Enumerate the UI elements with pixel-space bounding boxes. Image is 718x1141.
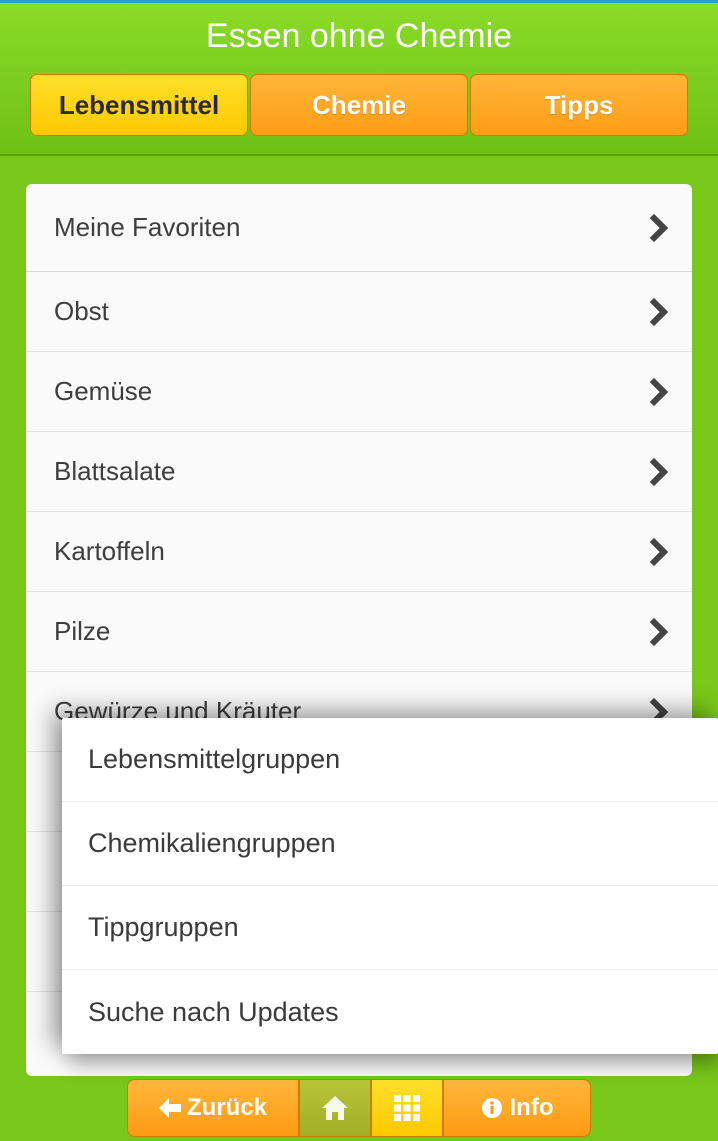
grid-button[interactable] — [371, 1079, 443, 1137]
home-button[interactable] — [299, 1079, 371, 1137]
chevron-right-icon — [648, 461, 664, 483]
list-item-label: Blattsalate — [54, 456, 175, 487]
content-area: Meine Favoriten Obst Gemüse Blattsalate … — [0, 156, 718, 1076]
tab-lebensmittel[interactable]: Lebensmittel — [30, 74, 248, 136]
tab-chemie[interactable]: Chemie — [250, 74, 468, 136]
chevron-right-icon — [648, 217, 664, 239]
popup-item-label: Chemikaliengruppen — [88, 828, 336, 859]
list-item-label: Obst — [54, 296, 109, 327]
bottom-toolbar: Zurück Info — [0, 1079, 718, 1141]
popup-menu: Lebensmittelgruppen Chemikaliengruppen T… — [62, 718, 718, 1054]
tab-label: Tipps — [545, 90, 614, 121]
grid-icon — [393, 1094, 421, 1122]
chevron-right-icon — [648, 541, 664, 563]
popup-item-updates[interactable]: Suche nach Updates — [62, 970, 718, 1054]
tab-label: Lebensmittel — [59, 90, 219, 121]
tab-label: Chemie — [312, 90, 406, 121]
home-icon — [320, 1094, 350, 1122]
popup-item-label: Tippgruppen — [88, 912, 239, 943]
list-item-favorites[interactable]: Meine Favoriten — [26, 184, 692, 272]
list-item-pilze[interactable]: Pilze — [26, 592, 692, 672]
list-item-obst[interactable]: Obst — [26, 272, 692, 352]
back-label: Zurück — [187, 1094, 267, 1122]
popup-item-lebensmittelgruppen[interactable]: Lebensmittelgruppen — [62, 718, 718, 802]
info-button[interactable]: Info — [443, 1079, 591, 1137]
list-item-gemuese[interactable]: Gemüse — [26, 352, 692, 432]
chevron-right-icon — [648, 301, 664, 323]
page-title: Essen ohne Chemie — [0, 17, 718, 56]
popup-item-tippgruppen[interactable]: Tippgruppen — [62, 886, 718, 970]
tab-bar: Lebensmittel Chemie Tipps — [0, 74, 718, 136]
info-icon — [481, 1097, 503, 1119]
chevron-right-icon — [648, 621, 664, 643]
info-label: Info — [510, 1094, 554, 1122]
list-item-label: Gemüse — [54, 376, 152, 407]
arrow-left-icon — [159, 1098, 181, 1118]
back-button[interactable]: Zurück — [127, 1079, 299, 1137]
list-item-label: Kartoffeln — [54, 536, 165, 567]
popup-item-chemikaliengruppen[interactable]: Chemikaliengruppen — [62, 802, 718, 886]
header: Essen ohne Chemie Lebensmittel Chemie Ti… — [0, 3, 718, 156]
list-item-kartoffeln[interactable]: Kartoffeln — [26, 512, 692, 592]
list-item-label: Meine Favoriten — [54, 212, 240, 243]
list-item-blattsalate[interactable]: Blattsalate — [26, 432, 692, 512]
chevron-right-icon — [648, 381, 664, 403]
tab-tipps[interactable]: Tipps — [470, 74, 688, 136]
list-item-label: Pilze — [54, 616, 110, 647]
popup-item-label: Lebensmittelgruppen — [88, 744, 340, 775]
popup-item-label: Suche nach Updates — [88, 997, 339, 1028]
